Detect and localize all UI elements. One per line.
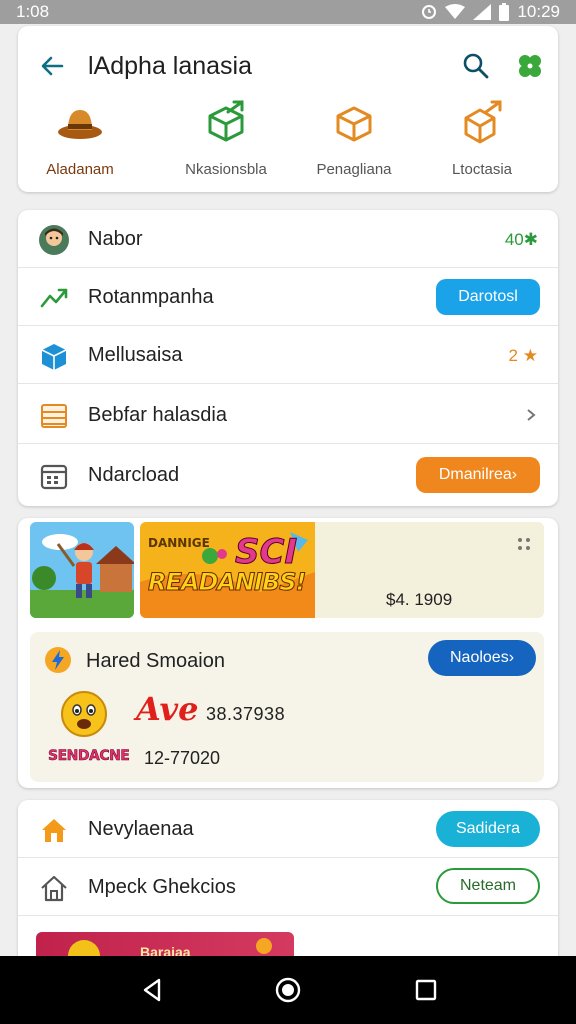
rating-value: 2	[508, 346, 519, 365]
chart-arrow-icon	[40, 288, 68, 308]
neteam-button[interactable]: Neteam	[436, 868, 540, 904]
home-orange-icon	[42, 819, 66, 842]
alarm-icon	[422, 5, 437, 19]
list-item-label: Rotanmpanha	[88, 286, 214, 308]
count-value: 40	[504, 230, 524, 249]
banner-sci-logo: SCI	[234, 532, 298, 573]
avatar-icon	[39, 225, 69, 255]
battery-icon	[499, 3, 510, 21]
search-icon[interactable]	[460, 50, 492, 82]
sendacne-logo: SENDACNE	[48, 748, 130, 765]
game-character-image	[30, 522, 134, 618]
category-penagliana[interactable]: Penagliana	[294, 98, 414, 178]
banner-title: READANIBS!	[147, 568, 306, 597]
back-triangle-icon[interactable]	[137, 974, 169, 1006]
list-item-label: Mellusaisa	[88, 344, 183, 366]
list-item-label: Mpeck Ghekcios	[88, 876, 236, 898]
game-thumbnail[interactable]	[30, 522, 134, 618]
sadidera-button[interactable]: Sadidera	[436, 811, 540, 847]
menu-list-card: Nabor 40✱ Rotanmpanha Darotosl Mellusais…	[18, 210, 558, 506]
calendar-icon	[40, 464, 68, 490]
ledger-icon	[41, 404, 67, 428]
category-label: Aladanam	[46, 161, 114, 178]
category-label: Penagliana	[316, 161, 392, 178]
list-item-nabor[interactable]: Nabor 40✱	[18, 210, 558, 268]
category-label: Ltoctasia	[451, 161, 513, 178]
spark-icon: ✱	[523, 230, 538, 249]
sendacne-value: 12-77020	[144, 748, 221, 768]
list-item-bebfar[interactable]: Bebfar halasdia	[18, 384, 558, 444]
category-nkasionsbla[interactable]: Nkasionsbla	[166, 98, 286, 178]
banner-subtitle: DANNIGE	[148, 536, 210, 550]
status-icons: 10:29	[421, 2, 560, 22]
list-item-mellusaisa[interactable]: Mellusaisa 2 ★	[18, 326, 558, 384]
app-bar: lAdpha lanasia	[18, 44, 558, 88]
ave-logo: Ave	[136, 690, 199, 728]
list-item-label: Nabor	[88, 228, 143, 250]
header-card: lAdpha lanasia Aladanam Nkasionsbla Pena…	[18, 26, 558, 192]
clover-icon[interactable]	[514, 50, 546, 82]
wifi-icon	[445, 4, 466, 19]
dmanilrea-button[interactable]: Dmanilrea›	[416, 457, 540, 493]
status-bar: 1:08 10:29	[0, 0, 576, 24]
cube-arrow-icon	[208, 100, 244, 142]
page-title: lAdpha lanasia	[88, 52, 253, 80]
promo-details: Hared Smoaion Naoloes› Ave 38.37938 SEND…	[30, 632, 544, 782]
category-label: Nkasionsbla	[185, 161, 267, 178]
box-icon	[336, 106, 372, 142]
list-item-label: Ndarcload	[88, 464, 180, 486]
bottom-list-card: Nevylaenaa Sadidera Mpeck Ghekcios Netea…	[18, 800, 558, 970]
star-icon: ★	[522, 346, 538, 365]
package-icon	[41, 344, 67, 370]
promo-details-title: Hared Smoaion	[86, 650, 225, 672]
drag-handle-icon[interactable]	[516, 536, 532, 552]
category-row: Aladanam Nkasionsbla Penagliana Ltoctasi…	[18, 98, 558, 178]
naoloes-button[interactable]: Naoloes›	[428, 640, 536, 676]
list-item-label: Nevylaenaa	[88, 818, 194, 840]
darotosl-button[interactable]: Darotosl	[436, 279, 540, 315]
home-outline-icon	[41, 875, 67, 902]
worried-face-icon	[61, 691, 107, 737]
back-arrow-icon[interactable]	[36, 50, 68, 82]
rating-badge: 2 ★	[509, 346, 538, 366]
recents-square-icon[interactable]	[410, 974, 442, 1006]
list-item-label: Bebfar halasdia	[88, 404, 227, 426]
banner-price: $4. 1909	[386, 590, 453, 609]
status-time-left: 1:08	[16, 2, 50, 21]
chevron-right-icon	[527, 409, 536, 421]
hat-icon	[58, 110, 102, 139]
list-item-ndarcload[interactable]: Ndarcload Dmanilrea›	[18, 444, 558, 506]
promo-card: DANNIGE READANIBS! SCI $4. 1909 Hared Sm…	[18, 518, 558, 788]
list-item-mpeck[interactable]: Mpeck Ghekcios Neteam	[18, 858, 558, 916]
promo-banner[interactable]: DANNIGE READANIBS! SCI $4. 1909	[140, 522, 544, 618]
list-item-rotanmpanha[interactable]: Rotanmpanha Darotosl	[18, 268, 558, 326]
home-circle-icon[interactable]	[272, 974, 304, 1006]
system-nav-bar	[0, 956, 576, 1024]
box-arrow-icon	[464, 100, 502, 144]
count-badge: 40✱	[505, 230, 538, 250]
status-time-right: 10:29	[517, 2, 560, 21]
ave-value: 38.37938	[206, 704, 286, 724]
bolt-coin-icon	[45, 647, 71, 673]
category-aladanam[interactable]: Aladanam	[20, 98, 140, 178]
signal-icon	[473, 4, 492, 20]
list-item-nevylaenaa[interactable]: Nevylaenaa Sadidera	[18, 800, 558, 858]
category-ltoctasia[interactable]: Ltoctasia	[422, 98, 542, 178]
